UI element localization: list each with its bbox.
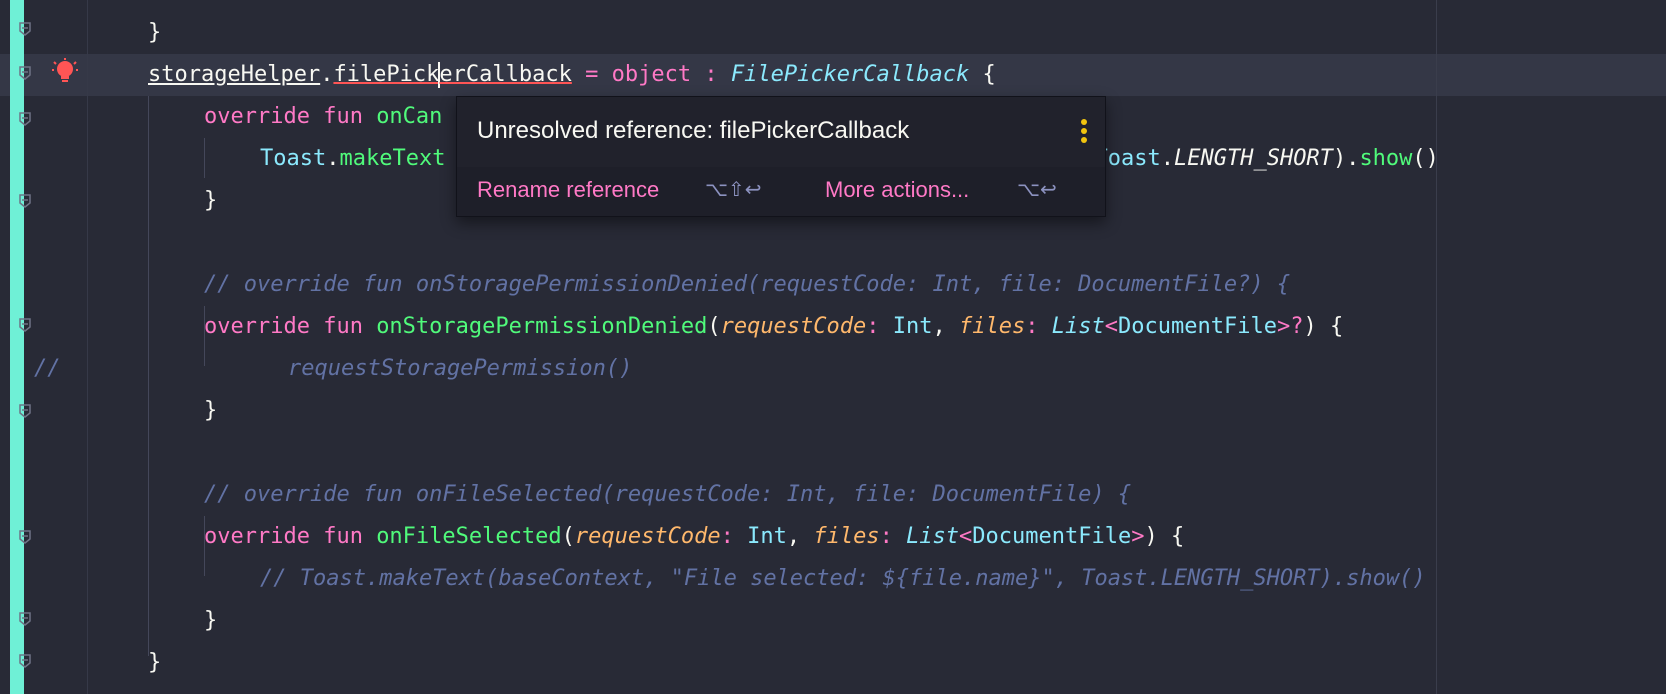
code-token: } xyxy=(204,188,218,213)
fold-icon[interactable] xyxy=(19,318,31,332)
code-token: ( xyxy=(561,524,575,549)
code-token: override fun xyxy=(204,104,377,129)
code-token: ). xyxy=(1332,146,1360,171)
fold-icon[interactable] xyxy=(19,530,31,544)
code-token: } xyxy=(204,398,218,423)
code-token: : xyxy=(879,524,907,549)
code-token: FilePickerCallback xyxy=(730,62,970,87)
code-line[interactable]: requestStoragePermission() xyxy=(288,348,632,390)
more-actions-action[interactable]: More actions... xyxy=(825,177,969,203)
code-token: override fun xyxy=(204,314,377,339)
lightbulb-error-icon[interactable] xyxy=(52,58,78,88)
code-token: DocumentFile xyxy=(972,524,1132,549)
more-vertical-icon[interactable] xyxy=(1077,117,1091,149)
code-token: // Toast.makeText(baseContext, "File sel… xyxy=(260,566,1426,591)
code-token: : xyxy=(866,314,893,339)
code-token: LENGTH_SHORT xyxy=(1173,146,1333,171)
code-line[interactable]: // Toast.makeText(baseContext, "File sel… xyxy=(260,558,1426,600)
code-token: . xyxy=(320,62,334,87)
code-token: object xyxy=(611,62,692,87)
code-token: : xyxy=(1025,314,1052,339)
code-line[interactable]: } xyxy=(148,12,161,54)
code-token: Toast xyxy=(260,146,327,171)
more-actions-shortcut: ⌥↩ xyxy=(1017,177,1057,201)
code-token: requestCode xyxy=(574,524,721,549)
code-token: override fun xyxy=(204,524,377,549)
indent-guide xyxy=(148,96,149,656)
popup-actions: Rename reference ⌥⇧↩ More actions... ⌥↩ xyxy=(457,167,1105,216)
code-token: // override fun onFileSelected(requestCo… xyxy=(204,482,1132,507)
error-tooltip-popup[interactable]: Unresolved reference: filePickerCallback… xyxy=(456,96,1106,217)
indent-guide xyxy=(204,138,205,178)
code-token: onCan xyxy=(376,104,443,129)
code-token: files xyxy=(959,314,1026,339)
code-token: } xyxy=(204,608,218,633)
code-token: , xyxy=(786,524,814,549)
code-token: { xyxy=(969,62,996,87)
fold-icon[interactable] xyxy=(19,654,31,668)
code-token: Int xyxy=(892,314,933,339)
code-token: requestStoragePermission() xyxy=(288,356,633,381)
vcs-change-marker[interactable] xyxy=(10,0,24,694)
popup-header: Unresolved reference: filePickerCallback xyxy=(457,97,1105,167)
code-token: files xyxy=(813,524,880,549)
right-margin-guide xyxy=(1436,0,1437,694)
gutter-separator xyxy=(87,0,88,694)
code-token: storageHelper xyxy=(148,62,321,87)
code-token: = xyxy=(571,62,612,87)
code-token: show xyxy=(1359,146,1413,171)
code-token: >? xyxy=(1276,314,1304,339)
fold-icon[interactable] xyxy=(19,612,31,626)
code-token: () xyxy=(1412,146,1439,171)
code-token: < xyxy=(959,524,973,549)
code-token: ) { xyxy=(1303,314,1344,339)
code-token: , xyxy=(932,314,960,339)
code-token: requestCode xyxy=(720,314,867,339)
fold-icon[interactable] xyxy=(19,112,31,126)
fold-icon[interactable] xyxy=(19,194,31,208)
code-line[interactable]: } xyxy=(148,642,161,684)
code-token: . xyxy=(326,146,340,171)
code-token: < xyxy=(1104,314,1118,339)
fold-icon[interactable] xyxy=(19,66,31,80)
code-token: ) { xyxy=(1144,524,1185,549)
code-token: filePick xyxy=(333,62,440,87)
code-token: // override fun onStoragePermissionDenie… xyxy=(204,272,1291,297)
code-token: erCallback xyxy=(439,62,572,87)
code-token: > xyxy=(1131,524,1145,549)
code-token: } xyxy=(148,650,162,675)
code-token: DocumentFile xyxy=(1118,314,1277,339)
rename-reference-shortcut: ⌥⇧↩ xyxy=(705,177,762,201)
code-token: onStoragePermissionDenied xyxy=(376,314,708,339)
code-line[interactable]: override fun onFileSelected(requestCode:… xyxy=(204,516,1184,558)
code-line[interactable]: override fun onCan xyxy=(204,96,442,138)
code-line[interactable]: } xyxy=(204,390,217,432)
fold-icon[interactable] xyxy=(19,404,31,418)
gutter-comment-marker: // xyxy=(34,356,61,381)
code-line[interactable]: } xyxy=(204,180,217,222)
code-token: : xyxy=(720,524,748,549)
code-token: . xyxy=(1160,146,1174,171)
error-message: Unresolved reference: filePickerCallback xyxy=(477,117,910,144)
code-line[interactable]: storageHelper.filePickerCallback = objec… xyxy=(148,54,996,96)
code-line[interactable]: // override fun onFileSelected(requestCo… xyxy=(204,474,1131,516)
code-token: makeText xyxy=(339,146,446,171)
code-token: List xyxy=(1051,314,1105,339)
code-token: ( xyxy=(707,314,721,339)
code-token: List xyxy=(906,524,960,549)
fold-icon[interactable] xyxy=(19,22,31,36)
code-token: } xyxy=(148,20,162,45)
code-token: : xyxy=(691,62,731,87)
code-token: Int xyxy=(747,524,787,549)
code-line[interactable]: } xyxy=(204,600,217,642)
rename-reference-action[interactable]: Rename reference xyxy=(477,177,659,203)
code-line[interactable]: // override fun onStoragePermissionDenie… xyxy=(204,264,1290,306)
code-token: onFileSelected xyxy=(376,524,562,549)
code-line[interactable]: override fun onStoragePermissionDenied(r… xyxy=(204,306,1343,348)
